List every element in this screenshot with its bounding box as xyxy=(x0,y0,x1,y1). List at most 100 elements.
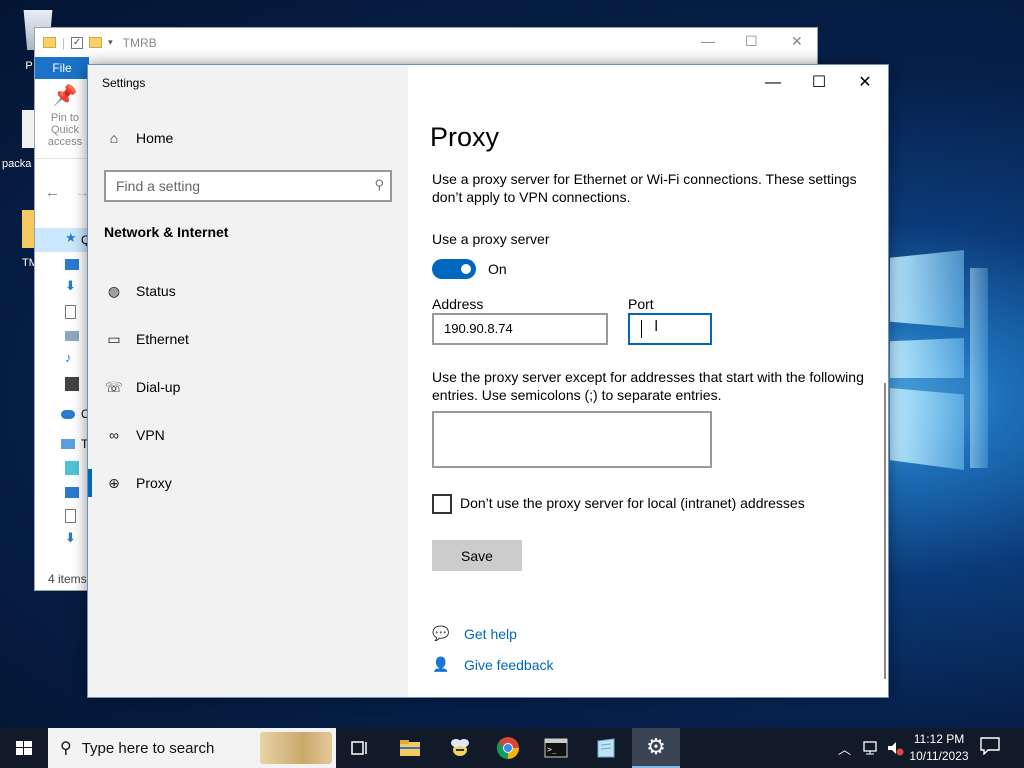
picture-icon xyxy=(65,331,79,341)
wallpaper-beam xyxy=(890,250,964,328)
star-icon: ★ xyxy=(65,230,77,245)
search-icon: ⚲ xyxy=(60,740,72,757)
maximize-icon[interactable]: ☐ xyxy=(745,33,758,50)
pc-icon xyxy=(61,439,75,449)
new-folder-icon[interactable] xyxy=(89,37,103,48)
search-highlight-image xyxy=(260,732,332,764)
help-chat-icon: 💬 xyxy=(432,625,450,641)
start-button[interactable] xyxy=(0,728,48,768)
back-icon[interactable]: ← xyxy=(45,184,60,201)
chevron-down-icon[interactable]: ▾ xyxy=(108,37,113,48)
save-button[interactable]: Save xyxy=(432,540,522,571)
chevron-up-icon: ︿ xyxy=(838,741,852,757)
file-explorer-taskbar-button[interactable] xyxy=(386,728,434,768)
document-icon xyxy=(65,305,76,319)
file-tab[interactable]: File xyxy=(35,57,89,79)
give-feedback-label[interactable]: Give feedback xyxy=(464,657,554,673)
nav-ethernet[interactable]: ▭ Ethernet xyxy=(88,319,408,359)
nav-home[interactable]: ⌂ Home xyxy=(88,118,408,158)
tree-item[interactable]: ♪ xyxy=(35,348,89,372)
tree-item[interactable] xyxy=(35,300,89,324)
nav-status[interactable]: ◍ Status xyxy=(88,271,408,311)
tree-item[interactable]: ⬇ xyxy=(35,276,89,300)
file-explorer-icon xyxy=(400,740,420,756)
tree-item[interactable]: ⬇ xyxy=(35,528,89,552)
wallpaper-beam xyxy=(890,388,964,470)
nav-vpn[interactable]: ∞ VPN xyxy=(88,415,408,455)
terminal-taskbar-button[interactable]: >_ xyxy=(532,728,580,768)
settings-taskbar-button[interactable]: ⚙ xyxy=(632,728,680,768)
bee-app-taskbar-button[interactable] xyxy=(436,728,484,768)
system-clock[interactable]: 11:12 PM 10/11/2023 xyxy=(904,731,974,765)
nav-label: Proxy xyxy=(136,475,172,491)
tree-item[interactable] xyxy=(35,372,89,396)
close-icon[interactable]: ✕ xyxy=(791,33,803,50)
exceptions-input[interactable] xyxy=(432,411,712,468)
tree-item[interactable] xyxy=(35,504,89,528)
get-help-link[interactable]: 💬 Get help xyxy=(432,625,517,642)
search-input[interactable] xyxy=(106,172,356,200)
desktop-icon xyxy=(65,259,79,270)
home-icon: ⌂ xyxy=(109,130,119,146)
give-feedback-link[interactable]: 👤 Give feedback xyxy=(432,656,554,673)
address-input[interactable]: 190.90.8.74 xyxy=(432,313,608,345)
pin-icon: 📌 xyxy=(52,85,78,107)
taskbar-search-box[interactable]: ⚲ Type here to search xyxy=(48,728,336,768)
action-center-button[interactable] xyxy=(980,737,1002,757)
bee-app-icon xyxy=(451,739,469,756)
use-proxy-label: Use a proxy server xyxy=(432,231,550,247)
task-view-icon xyxy=(351,741,367,755)
globe-status-icon: ◍ xyxy=(107,282,121,299)
text-caret xyxy=(641,320,642,338)
desktop-icon-label[interactable]: packa xyxy=(2,158,36,170)
properties-icon[interactable]: ✓ xyxy=(71,36,84,49)
port-input[interactable]: I xyxy=(628,313,712,345)
notification-icon xyxy=(980,737,1000,756)
tree-item-onedrive[interactable]: O xyxy=(35,402,90,426)
wallpaper-beam xyxy=(890,338,964,378)
wallpaper-beam xyxy=(970,268,988,468)
volume-tray-button[interactable] xyxy=(886,728,904,768)
pin-label: Pin to Quick access xyxy=(47,112,83,148)
scrollbar[interactable] xyxy=(884,383,886,679)
nav-proxy[interactable]: ⊕ Proxy xyxy=(88,463,408,503)
use-proxy-toggle[interactable] xyxy=(432,259,476,279)
music-icon: ♪ xyxy=(65,350,72,365)
ethernet-icon: ▭ xyxy=(107,330,121,347)
tree-item[interactable] xyxy=(35,324,89,348)
network-tray-button[interactable] xyxy=(862,728,880,768)
local-bypass-checkbox[interactable] xyxy=(432,494,452,514)
show-hidden-icons-button[interactable]: ︿ xyxy=(838,728,851,768)
task-view-button[interactable] xyxy=(336,728,384,768)
chrome-taskbar-button[interactable] xyxy=(484,728,532,768)
local-bypass-label: Don’t use the proxy server for local (in… xyxy=(460,495,805,511)
video-icon xyxy=(65,377,79,391)
search-placeholder: Type here to search xyxy=(81,739,215,757)
nav-label: Status xyxy=(136,283,176,299)
network-icon xyxy=(863,741,877,755)
tree-item[interactable] xyxy=(35,252,89,276)
feedback-person-icon: 👤 xyxy=(432,656,450,672)
nav-dialup[interactable]: ☏ Dial-up xyxy=(88,367,408,407)
tree-item-this-pc[interactable]: T xyxy=(35,432,89,456)
clock-date: 10/11/2023 xyxy=(909,749,969,763)
explorer-title: TMRB xyxy=(122,35,157,50)
notepad-taskbar-button[interactable] xyxy=(582,728,630,768)
tree-item-quick-access[interactable]: ★ Q xyxy=(35,228,90,252)
cloud-icon xyxy=(61,410,75,419)
tree-item[interactable] xyxy=(35,480,89,504)
pin-to-quick-access-button[interactable]: 📌 Pin to Quick access xyxy=(39,83,91,148)
taskbar: ⚲ Type here to search >_ ⚙ ︿ 11:12 PM 10… xyxy=(0,728,1024,768)
exceptions-text: Use the proxy server except for addresse… xyxy=(432,369,864,403)
settings-window[interactable]: Settings ⌂ Home ⚲ Network & Internet ◍ S… xyxy=(87,64,889,698)
find-setting-search[interactable]: ⚲ xyxy=(104,170,392,202)
minimize-icon[interactable]: — xyxy=(701,33,715,49)
ibeam-cursor-icon: I xyxy=(654,318,659,335)
tree-item[interactable] xyxy=(35,456,89,480)
nav-home-label: Home xyxy=(136,130,174,146)
document-icon xyxy=(65,509,76,523)
download-icon: ⬇ xyxy=(65,278,76,293)
explorer-title-bar[interactable]: | ✓ ▾ TMRB — ☐ ✕ xyxy=(35,28,817,57)
get-help-label[interactable]: Get help xyxy=(464,626,517,642)
chrome-icon xyxy=(497,737,519,759)
